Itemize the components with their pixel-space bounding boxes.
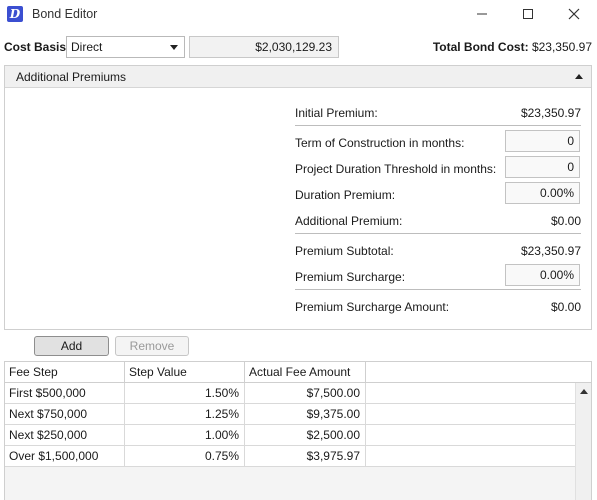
- column-header-fee-step[interactable]: Fee Step: [5, 362, 125, 383]
- divider: [295, 289, 581, 290]
- cell-actual-fee: $3,975.97: [245, 446, 366, 466]
- initial-premium-value: $23,350.97: [520, 106, 581, 120]
- remove-button[interactable]: Remove: [115, 336, 189, 356]
- additional-premiums-panel: Additional Premiums Initial Premium: $23…: [4, 65, 592, 330]
- cell-step-value[interactable]: 0.75%: [125, 446, 245, 466]
- premium-subtotal-value: $23,350.97: [520, 244, 581, 258]
- duration-threshold-input[interactable]: 0: [505, 156, 580, 178]
- duration-premium-label: Duration Premium:: [295, 188, 396, 202]
- initial-premium-label: Initial Premium:: [295, 106, 378, 120]
- table-row[interactable]: Over $1,500,000 0.75% $3,975.97: [5, 446, 575, 467]
- fee-step-table: Fee Step Step Value Actual Fee Amount Fi…: [4, 361, 592, 500]
- vertical-scrollbar[interactable]: [575, 383, 591, 500]
- term-construction-label: Term of Construction in months:: [295, 136, 465, 150]
- table-row[interactable]: First $500,000 1.50% $7,500.00: [5, 383, 575, 404]
- additional-premium-value: $0.00: [550, 214, 581, 228]
- cost-basis-amount-field: $2,030,129.23: [189, 36, 339, 58]
- table-row[interactable]: Next $250,000 1.00% $2,500.00: [5, 425, 575, 446]
- window-title: Bond Editor: [32, 7, 98, 21]
- surcharge-amount-label: Premium Surcharge Amount:: [295, 300, 450, 314]
- cell-step-value[interactable]: 1.00%: [125, 425, 245, 445]
- additional-premium-label: Additional Premium:: [295, 214, 403, 228]
- title-bar: D Bond Editor: [0, 0, 597, 30]
- dropdown-caret-icon: [170, 45, 178, 50]
- divider: [295, 233, 581, 234]
- premium-surcharge-label: Premium Surcharge:: [295, 270, 406, 284]
- cell-actual-fee: $7,500.00: [245, 383, 366, 403]
- cell-fee-step: Over $1,500,000: [5, 446, 125, 466]
- scroll-up-icon[interactable]: [580, 389, 588, 394]
- panel-title: Additional Premiums: [16, 70, 127, 84]
- cell-step-value[interactable]: 1.25%: [125, 404, 245, 424]
- minimize-button[interactable]: [459, 0, 505, 30]
- premium-surcharge-input[interactable]: 0.00%: [505, 264, 580, 286]
- duration-threshold-label: Project Duration Threshold in months:: [295, 162, 497, 176]
- maximize-button[interactable]: [505, 0, 551, 30]
- total-bond-cost-label: Total Bond Cost:: [432, 40, 529, 54]
- duration-premium-input[interactable]: 0.00%: [505, 182, 580, 204]
- cell-step-value[interactable]: 1.50%: [125, 383, 245, 403]
- close-button[interactable]: [551, 0, 597, 30]
- cell-fee-step: Next $750,000: [5, 404, 125, 424]
- premium-subtotal-label: Premium Subtotal:: [295, 244, 394, 258]
- table-row[interactable]: Next $750,000 1.25% $9,375.00: [5, 404, 575, 425]
- table-header: Fee Step Step Value Actual Fee Amount: [5, 362, 591, 383]
- cell-fee-step: Next $250,000: [5, 425, 125, 445]
- cell-actual-fee: $2,500.00: [245, 425, 366, 445]
- cost-basis-selected: Direct: [71, 40, 103, 54]
- column-header-actual-fee-amount[interactable]: Actual Fee Amount: [245, 362, 366, 383]
- column-header-step-value[interactable]: Step Value: [125, 362, 245, 383]
- collapse-chevron-icon[interactable]: [575, 74, 583, 79]
- panel-header[interactable]: Additional Premiums: [5, 66, 591, 88]
- surcharge-amount-value: $0.00: [550, 300, 581, 314]
- app-logo-icon: D: [7, 6, 23, 22]
- minimize-icon: [476, 7, 488, 24]
- cell-fee-step: First $500,000: [5, 383, 125, 403]
- cell-actual-fee: $9,375.00: [245, 404, 366, 424]
- maximize-icon: [522, 7, 534, 24]
- cost-basis-select[interactable]: Direct: [66, 36, 185, 58]
- close-icon: [568, 7, 580, 24]
- total-bond-cost-value: $23,350.97: [531, 40, 592, 54]
- add-button[interactable]: Add: [34, 336, 109, 356]
- total-bond-cost: Total Bond Cost: $23,350.97: [433, 40, 592, 54]
- term-construction-input[interactable]: 0: [505, 130, 580, 152]
- cost-basis-label: Cost Basis:: [4, 40, 71, 54]
- divider: [295, 125, 581, 126]
